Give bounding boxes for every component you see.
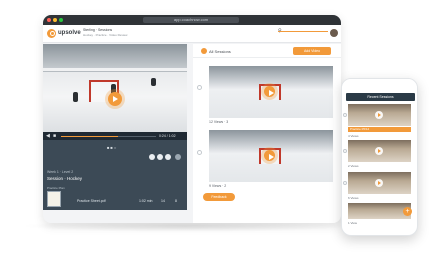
card-thumbnail xyxy=(348,203,411,219)
card-meta: 9 Views · 2 xyxy=(209,184,227,188)
header-subtitle: Hockey · Practice · Video Review xyxy=(83,33,128,37)
header-title: Sterling · Sessions xyxy=(83,28,113,32)
url-bar[interactable]: app.coachnow.com xyxy=(143,17,239,23)
search-input[interactable] xyxy=(278,31,328,32)
timeline-dot xyxy=(343,149,347,153)
feed-card[interactable] xyxy=(209,130,333,182)
app-header: upsolve Sterling · Sessions Hockey · Pra… xyxy=(43,25,341,43)
play-icon[interactable] xyxy=(375,111,383,119)
timeline-dot xyxy=(343,181,347,185)
video-controls: ◀ ■ 0:24 / 1:02 xyxy=(43,132,187,140)
player-figure xyxy=(73,92,78,102)
share-icon[interactable] xyxy=(149,154,155,160)
session-panel: ■■○ Week 1 · Level 2 Session · Hockey Pr… xyxy=(43,140,187,210)
phone-card[interactable] xyxy=(348,172,411,194)
more-icon[interactable] xyxy=(175,154,181,160)
phone-card[interactable] xyxy=(348,140,411,162)
phone-card[interactable] xyxy=(348,104,411,126)
phone-status-bar xyxy=(342,79,417,89)
phone-card-meta: 6 Views xyxy=(348,196,359,200)
document-name[interactable]: Practice Sheet.pdf xyxy=(77,199,106,203)
timeline-dot xyxy=(343,113,347,117)
minimize-dot[interactable] xyxy=(53,18,57,22)
phone-card-meta: 4 Views xyxy=(348,134,359,138)
play-icon[interactable] xyxy=(264,86,275,97)
maximize-dot[interactable] xyxy=(59,18,63,22)
desktop-window: app.coachnow.com upsolve Sterling · Sess… xyxy=(43,15,341,223)
marketing-stage: app.coachnow.com upsolve Sterling · Sess… xyxy=(0,0,429,255)
phone-mockup: Recent Sessions Practice 05/12 4 Views 2… xyxy=(341,78,418,236)
phone-card[interactable] xyxy=(348,203,411,219)
session-title: Session · Hockey xyxy=(47,176,83,181)
session-meta: Week 1 · Level 2 xyxy=(47,170,74,174)
phone-card-meta: 2 Views xyxy=(348,164,359,168)
logo-text: upsolve xyxy=(58,30,81,36)
add-fab-button[interactable]: + xyxy=(403,207,412,216)
pager-dots[interactable]: ■■○ xyxy=(107,145,117,150)
feedback-button[interactable]: Feedback xyxy=(203,193,235,201)
time-readout: 0:24 / 1:02 xyxy=(159,133,176,138)
document-thumbnail[interactable] xyxy=(47,191,61,207)
browser-bar: app.coachnow.com xyxy=(43,15,341,25)
rink-wall xyxy=(43,44,187,70)
draw-icon[interactable] xyxy=(165,154,171,160)
add-video-button[interactable]: Add Video xyxy=(293,47,331,55)
timeline-dot xyxy=(197,150,202,155)
close-dot[interactable] xyxy=(47,18,51,22)
duration-stat: 1:02 min xyxy=(139,199,153,203)
phone-banner: Practice 05/12 xyxy=(348,127,411,132)
rink-board xyxy=(43,68,187,72)
play-icon[interactable] xyxy=(375,147,383,155)
timeline-dot xyxy=(197,85,202,90)
feed-header: All Sessions Add Video xyxy=(193,44,341,58)
progress-fill xyxy=(61,135,118,137)
comment-icon[interactable] xyxy=(157,154,163,160)
logo-icon xyxy=(47,29,56,38)
feed-card[interactable] xyxy=(209,66,333,118)
likes-stat: 8 xyxy=(175,199,177,203)
play-pause-icon[interactable]: ◀ xyxy=(46,133,50,139)
feed-logo-icon xyxy=(201,48,207,54)
volume-icon[interactable]: ■ xyxy=(53,133,56,139)
phone-card-meta: 1 View xyxy=(348,221,357,225)
card-meta: 12 Views · 3 xyxy=(209,120,229,124)
play-icon[interactable] xyxy=(108,92,122,106)
views-stat: 14 xyxy=(161,199,165,203)
video-player[interactable] xyxy=(43,44,187,132)
play-icon[interactable] xyxy=(375,179,383,187)
player-figure xyxy=(151,78,156,86)
play-icon[interactable] xyxy=(264,150,275,161)
feed-label[interactable]: All Sessions xyxy=(209,49,231,54)
phone-header: Recent Sessions xyxy=(346,93,415,101)
avatar[interactable] xyxy=(330,29,338,37)
document-label: Practice Plan xyxy=(47,186,65,190)
